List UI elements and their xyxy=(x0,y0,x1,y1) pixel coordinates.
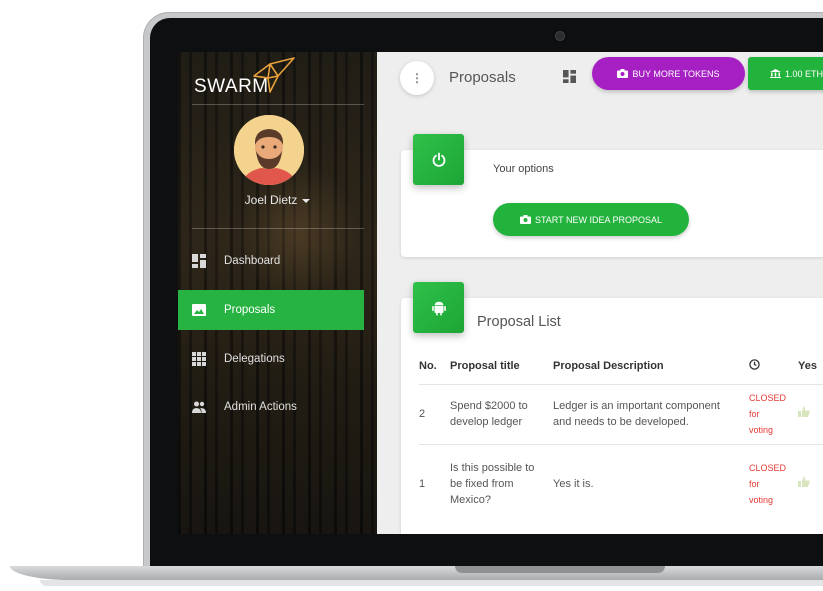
cell-description: Ledger is an important component and nee… xyxy=(553,383,749,444)
table-row[interactable]: 2 Spend $2000 to develop ledger Ledger i… xyxy=(419,383,823,444)
start-new-idea-proposal-button[interactable]: START NEW IDEA PROPOSAL xyxy=(493,203,689,236)
avatar-illustration xyxy=(234,115,304,185)
app-screen: SWARM Joel Dietz Dashboard Proposals Del… xyxy=(178,52,823,534)
cell-description: Yes it is. xyxy=(553,443,749,524)
title-line: be fixed from xyxy=(450,478,514,491)
sidebar-item-label: Dashboard xyxy=(224,255,281,267)
thumbs-up-icon[interactable] xyxy=(798,476,810,488)
sidebar-item-label: Proposals xyxy=(224,304,276,316)
avatar[interactable] xyxy=(234,115,304,185)
description-line: and needs to be developed. xyxy=(553,416,689,428)
bank-icon xyxy=(770,69,781,78)
description-line: Yes it is. xyxy=(553,478,594,491)
buy-more-tokens-button[interactable]: BUY MORE TOKENS xyxy=(592,57,745,90)
eth-balance-button[interactable]: 1.00 ETH xyxy=(748,57,823,90)
caret-down-icon xyxy=(302,198,311,203)
status-line: for xyxy=(749,409,760,419)
image-icon xyxy=(192,303,206,317)
sidebar-item-label: Admin Actions xyxy=(224,401,297,413)
proposal-list-title: Proposal List xyxy=(477,314,561,330)
webcam-dot xyxy=(556,32,564,40)
status-line: for xyxy=(749,479,760,490)
sidebar-item-label: Delegations xyxy=(224,353,285,365)
cell-title: Is this possible to be fixed from Mexico… xyxy=(450,443,553,524)
status-line: voting xyxy=(749,425,774,435)
title-line: Mexico? xyxy=(450,494,491,507)
title-line: develop ledger xyxy=(450,416,523,428)
title-line: Is this possible to xyxy=(450,462,535,475)
cell-yes xyxy=(798,443,823,524)
description-line: Ledger is an important component xyxy=(553,400,720,412)
status-badge: CLOSED for voting xyxy=(749,383,798,444)
laptop-base-notch xyxy=(455,566,665,573)
status-line: CLOSED xyxy=(749,393,787,403)
sidebar-item-admin-actions[interactable]: Admin Actions xyxy=(178,387,364,427)
cell-no: 1 xyxy=(419,443,450,524)
camera-icon xyxy=(617,69,629,78)
table-header-row: No. Proposal title Proposal Description … xyxy=(419,348,823,384)
bird-logo-icon xyxy=(253,57,295,93)
sidebar-item-proposals[interactable]: Proposals xyxy=(178,290,364,330)
cell-no: 2 xyxy=(419,383,450,444)
table-row[interactable]: 1 Is this possible to be fixed from Mexi… xyxy=(419,443,823,524)
clock-icon xyxy=(749,359,760,370)
eth-balance-label: 1.00 ETH xyxy=(785,68,823,79)
status-line: CLOSED xyxy=(749,463,787,474)
laptop-base xyxy=(10,566,823,580)
camera-icon xyxy=(519,215,531,224)
column-header-yes[interactable]: Yes xyxy=(798,348,823,384)
options-card: Your options START NEW IDEA PROPOSAL xyxy=(401,134,823,257)
title-line: Spend $2000 to xyxy=(450,400,528,412)
cell-title: Spend $2000 to develop ledger xyxy=(450,383,553,444)
more-menu-button[interactable]: ⋮ xyxy=(400,61,434,95)
user-name-dropdown[interactable]: Joel Dietz xyxy=(178,193,377,207)
user-name: Joel Dietz xyxy=(244,193,298,207)
cell-yes xyxy=(798,383,823,444)
page-title: Proposals xyxy=(449,69,516,86)
proposal-table: No. Proposal title Proposal Description … xyxy=(419,348,823,524)
column-header-no[interactable]: No. xyxy=(419,348,450,384)
sidebar-divider xyxy=(192,104,364,105)
sidebar: SWARM Joel Dietz Dashboard Proposals Del… xyxy=(178,52,377,534)
column-header-time[interactable] xyxy=(749,348,798,384)
sidebar-item-dashboard[interactable]: Dashboard xyxy=(178,241,364,281)
main-content: ⋮ Proposals BUY MORE TOKENS 1.00 ETH You… xyxy=(377,52,823,534)
column-header-description[interactable]: Proposal Description xyxy=(553,348,749,384)
people-icon xyxy=(192,400,206,414)
android-icon xyxy=(413,282,464,333)
sidebar-item-delegations[interactable]: Delegations xyxy=(178,339,364,379)
buy-more-tokens-label: BUY MORE TOKENS xyxy=(632,68,720,79)
start-new-idea-proposal-label: START NEW IDEA PROPOSAL xyxy=(534,214,663,225)
thumbs-up-icon[interactable] xyxy=(798,406,810,418)
status-line: voting xyxy=(749,495,774,506)
sidebar-divider xyxy=(192,228,364,229)
status-badge: CLOSED for voting xyxy=(749,443,798,524)
power-icon xyxy=(413,134,464,185)
laptop-base-shadow xyxy=(40,580,823,586)
column-header-title[interactable]: Proposal title xyxy=(450,348,553,384)
dashboard-icon xyxy=(192,254,206,268)
options-title: Your options xyxy=(493,163,554,175)
proposal-list-card: Proposal List No. Proposal title Proposa… xyxy=(401,282,823,534)
grid-icon xyxy=(192,352,206,366)
dashboard-icon[interactable] xyxy=(563,70,576,83)
